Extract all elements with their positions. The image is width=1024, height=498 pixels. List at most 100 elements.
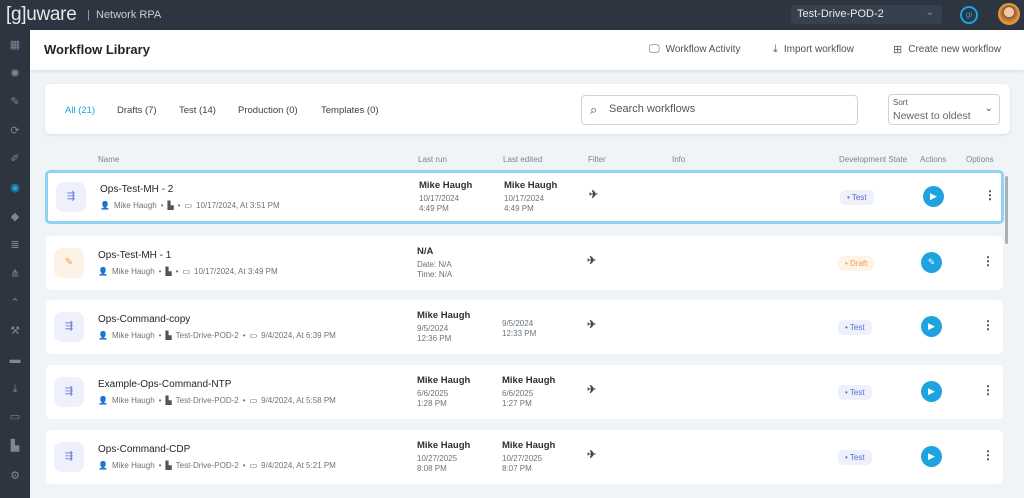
sort-select[interactable]: Sort Newest to oldest ⌄: [888, 94, 1000, 125]
import-workflow-label: Import workflow: [783, 44, 854, 55]
status-label: Test: [851, 193, 867, 202]
chevron-up-icon[interactable]: ⌃: [8, 296, 22, 310]
status-badge: • Test: [840, 190, 874, 205]
more-options-icon[interactable]: ⋮: [982, 254, 994, 268]
tab-all[interactable]: All (21): [65, 105, 95, 116]
filter-icon[interactable]: ✈: [587, 318, 596, 331]
last-run-by: N/A: [417, 246, 434, 257]
edit-doc-icon[interactable]: ✐: [8, 152, 22, 166]
column-header-name[interactable]: Name: [98, 155, 119, 164]
user-icon: 👤: [98, 461, 108, 470]
last-edited-by: Mike Haugh: [502, 440, 556, 451]
tab-production[interactable]: Production (0): [238, 105, 298, 116]
chevron-down-icon: ⌄: [984, 103, 993, 114]
search-box: ⌕: [581, 95, 858, 125]
create-workflow-button[interactable]: ⊞ Create new workflow: [893, 43, 1001, 56]
owner-name: Mike Haugh: [111, 267, 155, 276]
filter-bar: All (21) Drafts (7) Test (14) Production…: [45, 84, 1010, 134]
building-icon: ▙: [165, 396, 172, 405]
search-input[interactable]: [609, 103, 839, 115]
settings-icon[interactable]: ⚙: [8, 469, 22, 483]
calendar-icon[interactable]: ▭: [8, 410, 22, 424]
workflow-row[interactable]: ⇶ Ops-Command-copy 👤 Mike Haugh • ▙ Test-Dr…: [46, 300, 1003, 354]
workflow-name[interactable]: Ops-Test-MH - 2: [100, 184, 173, 195]
wand-icon[interactable]: ⚒: [8, 324, 22, 338]
last-run-date: 10/17/2024: [419, 194, 460, 203]
building-icon: ▙: [167, 201, 174, 210]
workflow-row[interactable]: ⇶ Ops-Test-MH - 2 👤 Mike Haugh • ▙ • ▭ 10/17…: [45, 170, 1004, 224]
pencil-icon: ✎: [54, 248, 84, 278]
status-badge: • Test: [838, 450, 872, 465]
filter-icon[interactable]: ✈: [587, 383, 596, 396]
gi-assistant-icon[interactable]: gi: [960, 6, 978, 24]
edit-button[interactable]: ✎: [921, 252, 942, 273]
user-icon: 👤: [100, 201, 110, 210]
calendar-icon: ▭: [182, 267, 190, 276]
run-button[interactable]: ▶: [921, 446, 942, 467]
last-run-date: 6/6/2025: [417, 389, 449, 398]
filter-icon[interactable]: ✈: [587, 448, 596, 461]
filter-icon[interactable]: ✈: [589, 188, 598, 201]
plugin-icon[interactable]: ▙: [8, 439, 22, 453]
run-button[interactable]: ▶: [923, 186, 944, 207]
column-header-last-run[interactable]: Last run: [418, 155, 447, 164]
status-label: Test: [849, 388, 865, 397]
topology-icon[interactable]: ⋔: [8, 267, 22, 281]
import-workflow-button[interactable]: ⤓ Import workflow: [773, 43, 854, 56]
pod-selector-value: Test-Drive-POD-2: [797, 8, 884, 20]
site-label: Test-Drive-POD-2: [175, 396, 239, 405]
last-edited-time: 8:07 PM: [502, 464, 532, 473]
workflow-row[interactable]: ✎ Ops-Test-MH - 1 👤 Mike Haugh • ▙ • ▭ 10/17…: [46, 236, 1003, 290]
workflow-row[interactable]: ⇶ Ops-Command-CDP 👤 Mike Haugh • ▙ Test-Dri…: [46, 430, 1003, 484]
site-label: Test-Drive-POD-2: [175, 331, 239, 340]
workflow-name[interactable]: Ops-Command-copy: [98, 314, 190, 325]
workflow-activity-button[interactable]: 🖵 Workflow Activity: [649, 43, 740, 56]
tab-templates[interactable]: Templates (0): [321, 105, 379, 116]
created-date: 9/4/2024, At 6:39 PM: [261, 331, 336, 340]
sync-icon[interactable]: ⟳: [8, 124, 22, 138]
owner-name: Mike Haugh: [111, 461, 155, 470]
database-icon[interactable]: ≣: [8, 238, 22, 252]
pod-selector[interactable]: Test-Drive-POD-2 ⌄: [791, 5, 942, 24]
network-icon[interactable]: ✺: [8, 67, 22, 81]
created-date: 10/17/2024, At 3:49 PM: [194, 267, 278, 276]
robot-icon[interactable]: ◉: [8, 181, 22, 195]
last-run-by: Mike Haugh: [417, 310, 471, 321]
run-button[interactable]: ▶: [921, 381, 942, 402]
more-options-icon[interactable]: ⋮: [982, 318, 994, 332]
top-bar: [g]uware | Network RPA Test-Drive-POD-2 ⌄…: [0, 0, 1024, 30]
tab-test[interactable]: Test (14): [179, 105, 216, 116]
last-run-by: Mike Haugh: [419, 180, 473, 191]
more-options-icon[interactable]: ⋮: [984, 188, 996, 202]
last-run-time: Time: N/A: [417, 270, 453, 279]
dashboard-icon[interactable]: ▦: [8, 38, 22, 52]
monitor-icon[interactable]: ▬: [8, 353, 22, 367]
product-name: Network RPA: [96, 9, 162, 21]
download-icon[interactable]: ⤓: [8, 382, 22, 396]
filter-icon[interactable]: ✈: [587, 254, 596, 267]
workflow-meta: 👤 Mike Haugh • ▙ • ▭ 10/17/2024, At 3:51 PM: [100, 201, 280, 210]
git-icon[interactable]: ◆: [8, 210, 22, 224]
workflow-icon: ⇶: [54, 377, 84, 407]
user-icon: 👤: [98, 267, 108, 276]
run-button[interactable]: ▶: [921, 316, 942, 337]
workflow-name[interactable]: Ops-Command-CDP: [98, 444, 190, 455]
download-icon: ⤓: [773, 43, 778, 55]
tab-drafts[interactable]: Drafts (7): [117, 105, 157, 116]
user-icon: 👤: [98, 331, 108, 340]
avatar[interactable]: [998, 3, 1020, 25]
scrollbar[interactable]: [1005, 176, 1008, 244]
column-header-last-edited[interactable]: Last edited: [503, 155, 542, 164]
config-icon[interactable]: ✎: [8, 95, 22, 109]
status-badge: • Test: [838, 320, 872, 335]
gluware-logo: [g]uware: [6, 4, 77, 25]
workflow-name[interactable]: Ops-Test-MH - 1: [98, 250, 171, 261]
more-options-icon[interactable]: ⋮: [982, 383, 994, 397]
more-options-icon[interactable]: ⋮: [982, 448, 994, 462]
workflow-name[interactable]: Example-Ops-Command-NTP: [98, 379, 231, 390]
workflow-row[interactable]: ⇶ Example-Ops-Command-NTP 👤 Mike Haugh • ▙…: [46, 365, 1003, 419]
workflow-icon: ⇶: [54, 442, 84, 472]
search-icon: ⌕: [590, 102, 598, 117]
building-icon: ▙: [165, 331, 172, 340]
add-library-icon: ⊞: [893, 44, 903, 56]
